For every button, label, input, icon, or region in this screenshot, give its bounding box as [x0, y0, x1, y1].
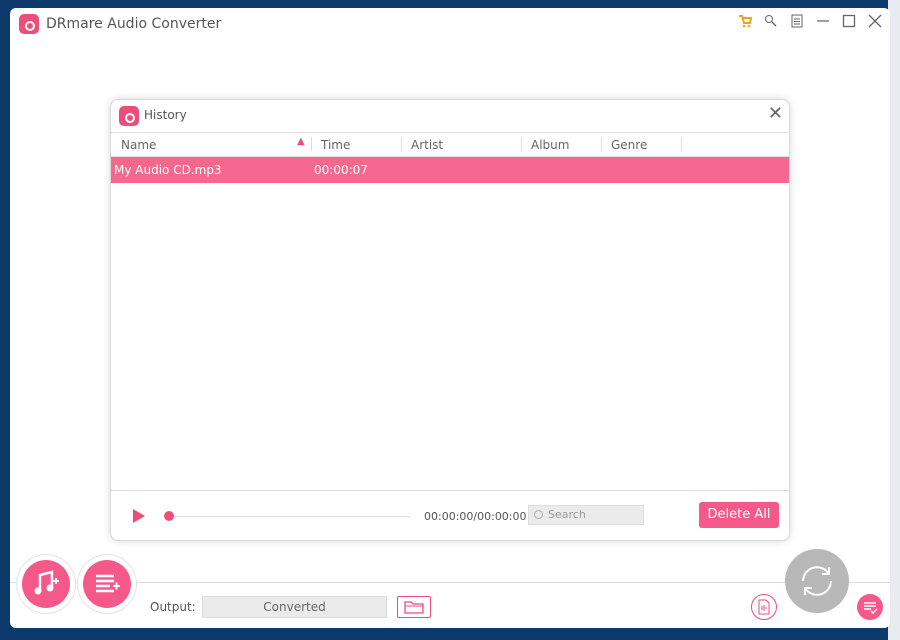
list-add-icon	[96, 574, 120, 593]
close-dialog-icon[interactable]: ✕	[768, 103, 783, 124]
folder-button[interactable]	[397, 596, 431, 618]
close-icon[interactable]	[866, 12, 884, 30]
output-label: Output:	[150, 600, 196, 614]
convert-icon	[802, 566, 832, 596]
cart-icon[interactable]	[736, 12, 754, 30]
column-album[interactable]: Album	[531, 138, 569, 152]
history-logo-icon	[119, 106, 139, 126]
menu-icon[interactable]	[788, 12, 806, 30]
table-header: Name ▲ Time Artist Album Genre	[111, 132, 789, 157]
audio-file-icon	[758, 599, 770, 615]
search-input[interactable]: Search	[528, 505, 644, 525]
slider-handle[interactable]	[164, 511, 174, 521]
divider	[10, 582, 890, 583]
minimize-icon[interactable]	[814, 12, 832, 30]
maximize-icon[interactable]	[840, 12, 858, 30]
play-icon[interactable]	[133, 509, 145, 523]
history-title: History	[144, 108, 187, 122]
column-artist[interactable]: Artist	[411, 138, 443, 152]
history-button[interactable]	[857, 594, 883, 620]
audio-format-button[interactable]	[751, 594, 777, 620]
app-logo-icon	[19, 14, 39, 34]
player-time: 00:00:00/00:00:00	[424, 510, 527, 523]
convert-button[interactable]	[785, 549, 849, 613]
delete-all-button[interactable]: Delete All	[699, 502, 779, 528]
history-dialog: History ✕ Name ▲ Time Artist Album Genre…	[110, 99, 790, 541]
folder-icon	[404, 601, 424, 614]
column-time[interactable]: Time	[321, 138, 350, 152]
add-music-button[interactable]	[22, 560, 70, 608]
column-genre[interactable]: Genre	[611, 138, 647, 152]
app-title: DRmare Audio Converter	[46, 16, 222, 32]
main-window: DRmare Audio Converter History ✕ Name ▲ …	[10, 8, 890, 628]
cell-time: 00:00:07	[314, 163, 368, 177]
history-list-icon	[864, 602, 878, 615]
progress-slider[interactable]	[166, 516, 410, 517]
player-bar: 00:00:00/00:00:00 Search Delete All	[111, 490, 789, 540]
column-name[interactable]: Name	[121, 138, 156, 152]
music-add-icon	[34, 570, 59, 595]
output-field[interactable]: Converted	[202, 596, 387, 618]
add-list-button[interactable]	[83, 560, 131, 608]
sort-asc-icon: ▲	[297, 136, 305, 147]
search-icon[interactable]	[762, 12, 780, 30]
cell-name: My Audio CD.mp3	[114, 163, 222, 177]
table-row[interactable]: My Audio CD.mp3 00:00:07	[111, 157, 789, 183]
